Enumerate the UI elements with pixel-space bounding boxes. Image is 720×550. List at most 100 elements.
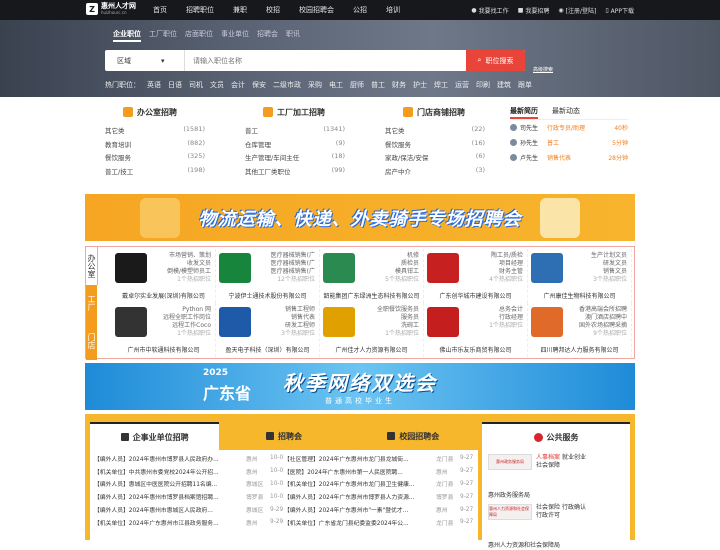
employer-card[interactable]: 机修 质检员 模具钳工 5个热招职位 韶能集团广东绿洲生态科技有限公司 bbox=[320, 249, 424, 303]
company-name[interactable]: 广州市中软通科技有限公司 bbox=[112, 345, 215, 354]
tab-institution[interactable]: 事业单位 bbox=[221, 29, 249, 42]
job-title[interactable]: 5个热招职位 bbox=[359, 276, 419, 284]
site-logo[interactable]: Z 惠州人才网 huizhourc.cn bbox=[86, 3, 136, 15]
resume-item[interactable]: 卢先生 销售代表 28分钟 bbox=[510, 150, 628, 165]
company-name[interactable]: 盈天电子科技（深圳）有限公司 bbox=[216, 345, 319, 354]
company-name[interactable]: 广州康佳生物科技有限公司 bbox=[528, 291, 631, 300]
tab-store[interactable]: 店面职位 bbox=[185, 29, 213, 42]
category-row[interactable]: 仓库管理 (9) bbox=[245, 139, 345, 153]
employer-card[interactable]: 生产计划文员 研发文员 销售文员 3个热招职位 广州康佳生物科技有限公司 bbox=[528, 249, 632, 303]
nav-training[interactable]: 培训 bbox=[386, 0, 400, 20]
company-name[interactable]: 韶能集团广东绿洲生态科技有限公司 bbox=[320, 291, 423, 300]
job-title[interactable]: 生产计划文员 bbox=[567, 252, 627, 260]
employer-card[interactable]: 总务会计 行政经理 1个热招职位 佛山市乐友乐商贸有限公司 bbox=[424, 303, 528, 357]
employer-card[interactable]: 陶工员/质检 项目经理 财务主管 4个热招职位广东创华城市建设有限公司 bbox=[424, 249, 528, 303]
job-title[interactable]: 远程工作Coco bbox=[151, 322, 211, 330]
job-title[interactable]: 研发文员 bbox=[567, 260, 627, 268]
company-name[interactable]: 佛山市乐友乐商贸有限公司 bbox=[424, 345, 527, 354]
hot-job[interactable]: 财务 bbox=[392, 80, 406, 90]
company-name[interactable]: 戴卓尔实业发展(深圳)有限公司 bbox=[112, 291, 215, 300]
logistics-banner[interactable]: 物流运输、快递、外卖骑手专场招聘会 bbox=[85, 194, 635, 241]
job-title[interactable]: 项目经理 bbox=[463, 260, 523, 268]
find-job-link[interactable]: ● 我要找工作 bbox=[471, 6, 508, 15]
hot-job[interactable]: 焊工 bbox=[434, 80, 448, 90]
job-title[interactable]: Python 网 bbox=[151, 306, 211, 314]
tab-news[interactable]: 职讯 bbox=[286, 29, 300, 42]
employer-card[interactable]: 市场营销、策划 收发文员 倒模/模塑师员工 1个热招职位 戴卓尔实业发展(深圳)有限公司 bbox=[112, 249, 216, 303]
hot-job[interactable]: 英语 bbox=[147, 80, 161, 90]
hire-link[interactable]: ■ 我要招聘 bbox=[518, 6, 550, 15]
tab-office[interactable]: 办公室 bbox=[86, 247, 98, 285]
tab-enterprise[interactable]: 企业职位 bbox=[113, 29, 141, 42]
app-download-link[interactable]: ▯ APP下载 bbox=[605, 6, 634, 15]
company-name[interactable]: 广州佳才人力资源有限公司 bbox=[320, 345, 423, 354]
category-row[interactable]: 餐饮服务 (325) bbox=[105, 152, 205, 166]
nav-home[interactable]: 首页 bbox=[153, 0, 167, 20]
job-title[interactable]: 陶工员/质检 bbox=[463, 252, 523, 260]
job-fair-banner[interactable]: 2025 广东省 秋季网络双选会 普通高校毕业生 bbox=[85, 363, 635, 410]
job-title[interactable]: 12个热招职位 bbox=[255, 276, 315, 284]
resume-item[interactable]: 孙先生 普工 5分钟 bbox=[510, 135, 628, 150]
tab-store-employers[interactable]: 门店 bbox=[86, 322, 97, 360]
hot-job[interactable]: 日语 bbox=[168, 80, 182, 90]
job-title[interactable]: 行政经理 bbox=[463, 314, 523, 322]
employer-card[interactable]: 香港高端会所招聘 澳门酒店招聘中 国外农场招聘采摘 9个热招职位 四川聘邦达人力服务有限… bbox=[528, 303, 632, 357]
category-row[interactable]: 其它类 (22) bbox=[385, 125, 485, 139]
job-title[interactable]: 9个热招职位 bbox=[567, 330, 627, 338]
category-row[interactable]: 餐饮服务 (16) bbox=[385, 139, 485, 153]
job-title[interactable]: 模具钳工 bbox=[359, 268, 419, 276]
list-item[interactable]: 【机关单位】2024年广东惠州市江县政务服务... 惠州 9-29 bbox=[94, 516, 284, 529]
job-title[interactable]: 国外农场招聘采摘 bbox=[567, 322, 627, 330]
service-item[interactable]: 惠州政务服务局 人事档案 就业创业 社会保障 bbox=[482, 450, 630, 490]
category-row[interactable]: 生产管理/车间主任 (18) bbox=[245, 152, 345, 166]
tab-public-recruitment[interactable]: 企事业单位招聘 bbox=[90, 422, 220, 450]
hot-job[interactable]: 采购 bbox=[308, 80, 322, 90]
company-name[interactable]: 广东创华城市建设有限公司 bbox=[424, 291, 527, 300]
list-item[interactable]: 【机关单位】广东省龙门县纪委监委2024年公... 龙门县 9-27 bbox=[284, 516, 474, 529]
job-title[interactable]: 4个热招职位 bbox=[463, 276, 523, 284]
employer-card[interactable]: 全职餐饮服务员 服务员 洗碗工 1个热招职位 广州佳才人力资源有限公司 bbox=[320, 303, 424, 357]
company-name[interactable]: 四川聘邦达人力服务有限公司 bbox=[528, 345, 631, 354]
job-title[interactable]: 1个热招职位 bbox=[359, 330, 419, 338]
hot-job[interactable]: 司机 bbox=[189, 80, 203, 90]
hot-job[interactable]: 印刷 bbox=[476, 80, 490, 90]
advanced-search-link[interactable]: 高级搜索 bbox=[533, 66, 553, 73]
category-row[interactable]: 其它类 (1581) bbox=[105, 125, 205, 139]
nav-public[interactable]: 公招 bbox=[353, 0, 367, 20]
tab-fairs[interactable]: 招聘会 bbox=[219, 422, 349, 450]
job-title[interactable]: 香港高端会所招聘 bbox=[567, 306, 627, 314]
hot-job[interactable]: 电工 bbox=[329, 80, 343, 90]
employer-card[interactable]: 医疗器械销售(广 医疗器械销售(广 医疗器械销售(广 12个热招职位 宁波伊士通技术股份… bbox=[216, 249, 320, 303]
hot-job[interactable]: 文员 bbox=[210, 80, 224, 90]
job-title[interactable]: 机修 bbox=[359, 252, 419, 260]
category-row[interactable]: 普工/技工 (198) bbox=[105, 166, 205, 180]
tab-factory[interactable]: 工厂职位 bbox=[149, 29, 177, 42]
list-item[interactable]: 【机关单位】2024年广东惠州市龙门县卫生健康... 龙门县 9-27 bbox=[284, 478, 474, 491]
nav-campus[interactable]: 校招 bbox=[266, 0, 280, 20]
job-title[interactable]: 财务主管 bbox=[463, 268, 523, 276]
hot-job[interactable]: 建筑 bbox=[497, 80, 511, 90]
list-item[interactable]: 【机关单位】中共惠州市委党校2024年公开招...惠州10-01 bbox=[94, 465, 284, 478]
job-title[interactable]: 服务员 bbox=[359, 314, 419, 322]
list-item[interactable]: 【编外人员】2024年惠州市博罗县人民政府办...惠州10-01 bbox=[94, 452, 284, 465]
job-title[interactable]: 医疗器械销售(广 bbox=[255, 268, 315, 276]
tab-latest-resumes[interactable]: 最新简历 bbox=[510, 106, 538, 119]
hot-job[interactable]: 保安 bbox=[252, 80, 266, 90]
hot-job[interactable]: 厨师 bbox=[350, 80, 364, 90]
job-title[interactable]: 倒模/模塑师员工 bbox=[151, 268, 211, 276]
service-item[interactable]: 惠州人力资源和社会保障局 社会保险 行政确认 行政许可 bbox=[482, 500, 630, 540]
job-title[interactable]: 1个热招职位 bbox=[463, 322, 523, 330]
nav-campus-fair[interactable]: 校园招聘会 bbox=[299, 0, 334, 20]
category-row[interactable]: 教育培训 (882) bbox=[105, 139, 205, 153]
list-item[interactable]: 【编外人员】2024年广东惠州市博罗县人力资源... 博罗县 9-27 bbox=[284, 490, 474, 503]
search-button[interactable]: ⌕ 职位搜索 bbox=[466, 50, 525, 71]
category-row[interactable]: 其他工厂类职位 (99) bbox=[245, 166, 345, 180]
hot-job[interactable]: 护士 bbox=[413, 80, 427, 90]
employer-card[interactable]: 销售工程师 销售代表 研发工程师 3个热招职位 盈天电子科技（深圳）有限公司 bbox=[216, 303, 320, 357]
resume-item[interactable]: 司先生 行政专员/助理 40秒 bbox=[510, 120, 628, 135]
company-name[interactable]: 宁波伊士通技术股份有限公司 bbox=[216, 291, 319, 300]
login-link[interactable]: ◉ [注册/登陆] bbox=[558, 6, 596, 15]
job-title[interactable]: 销售文员 bbox=[567, 268, 627, 276]
job-title[interactable]: 全职餐饮服务员 bbox=[359, 306, 419, 314]
job-title[interactable]: 销售工程师 bbox=[255, 306, 315, 314]
